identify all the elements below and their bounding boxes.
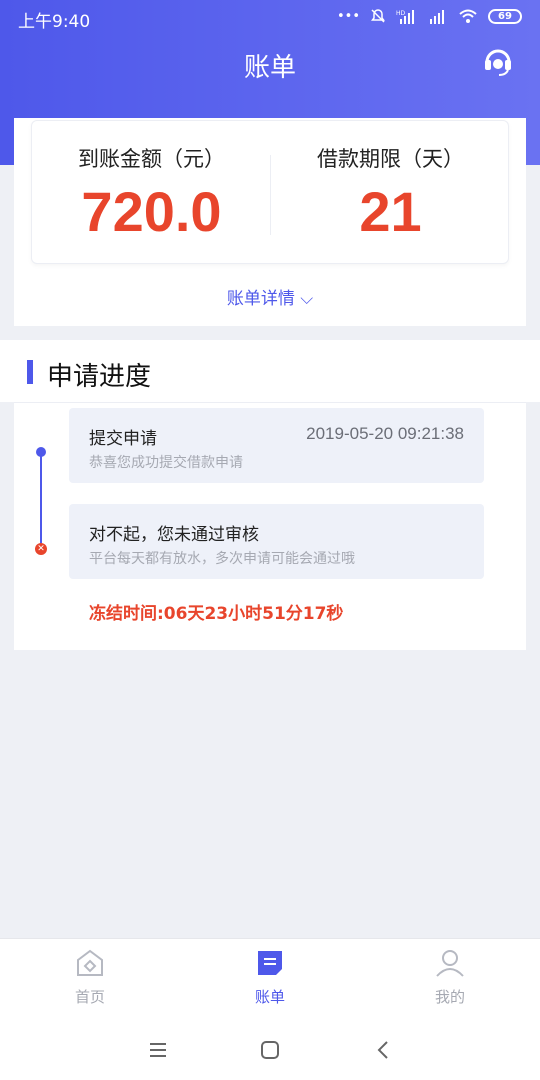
progress-title: 申请进度: [47, 362, 152, 392]
timeline-dot-rejected-icon: ✕: [35, 543, 47, 555]
timeline-dot-done: [36, 447, 46, 457]
amount-stat: 到账金额（元） 720.0: [32, 121, 271, 265]
profile-icon: [436, 950, 464, 977]
term-label: 借款期限（天）: [317, 147, 464, 171]
tab-home[interactable]: 首页: [30, 939, 150, 1021]
step-title: 对不起，您未通过审核: [89, 525, 259, 545]
progress-timeline: ✕ 提交申请 2019-05-20 09:21:38 恭喜您成功提交借款申请 对…: [14, 402, 526, 650]
section-accent-bar: [27, 360, 33, 384]
term-stat: 借款期限（天） 21: [271, 121, 510, 265]
status-time: 上午9:40: [18, 12, 91, 32]
more-dots-icon: •••: [336, 8, 360, 24]
home-icon: [77, 949, 103, 976]
freeze-countdown: 冻结时间:06天23小时51分17秒: [89, 604, 344, 624]
step-desc: 恭喜您成功提交借款申请: [89, 455, 243, 471]
home-square-icon[interactable]: [258, 1038, 282, 1062]
signal-icon: [430, 10, 444, 24]
bell-muted-icon: [371, 9, 385, 23]
wifi-icon: [459, 9, 477, 23]
bottom-tab-bar: 首页 账单 我的: [0, 938, 540, 1020]
amount-label: 到账金额（元）: [78, 147, 225, 171]
back-icon[interactable]: [372, 1038, 396, 1062]
tab-label: 首页: [74, 988, 105, 1006]
timeline-line: [40, 452, 42, 548]
step-time: 2019-05-20 09:21:38: [306, 424, 464, 443]
step-desc: 平台每天都有放水，多次申请可能会通过哦: [89, 551, 355, 567]
svg-text:HD: HD: [396, 10, 406, 17]
battery-indicator: 69: [488, 8, 522, 24]
menu-icon[interactable]: [146, 1038, 170, 1062]
progress-header: 申请进度: [0, 340, 540, 402]
bill-icon: [258, 951, 282, 975]
term-value: 21: [359, 180, 422, 243]
bill-summary-panel: 到账金额（元） 720.0 借款期限（天） 21 账单详情 ⌵: [14, 118, 526, 326]
bill-detail-link[interactable]: 账单详情 ⌵: [14, 284, 526, 309]
status-icons: ••• HD 69: [337, 8, 522, 24]
tab-mine[interactable]: 我的: [390, 939, 510, 1021]
page-title: 账单: [243, 53, 296, 83]
tab-label: 账单: [254, 988, 285, 1006]
customer-service-icon[interactable]: [482, 46, 514, 78]
status-bar: 上午9:40 ••• HD 69: [0, 0, 540, 36]
timeline-step-rejected: 对不起，您未通过审核 平台每天都有放水，多次申请可能会通过哦: [69, 504, 484, 579]
signal-hd-icon: HD: [396, 10, 414, 24]
amount-value: 720.0: [81, 180, 222, 243]
timeline-step-submitted: 提交申请 2019-05-20 09:21:38 恭喜您成功提交借款申请: [69, 408, 484, 483]
tab-label: 我的: [434, 988, 465, 1006]
tab-bill[interactable]: 账单: [210, 939, 330, 1021]
system-nav-bar: [0, 1020, 540, 1080]
summary-card: 到账金额（元） 720.0 借款期限（天） 21: [31, 120, 509, 264]
step-title: 提交申请: [89, 429, 157, 449]
